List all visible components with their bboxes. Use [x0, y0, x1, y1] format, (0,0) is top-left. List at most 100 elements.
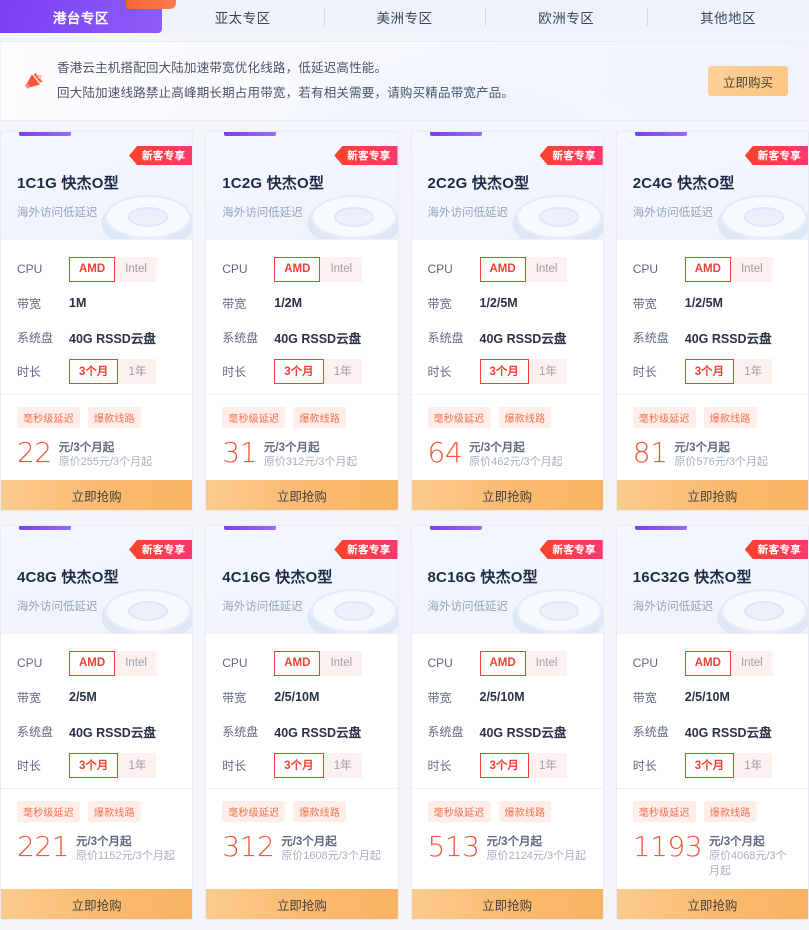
spec-value-disk: 40G RSSD云盘	[479, 331, 567, 346]
cpu-option-amd[interactable]: AMD	[479, 256, 526, 282]
notice-text: 香港云主机搭配回大陆加速带宽优化线路，低延迟高性能。 回大陆加速线路禁止高峰期长…	[57, 56, 708, 106]
buy-now-button[interactable]: 立即抢购	[206, 480, 398, 510]
duration-option-1[interactable]: 1年	[323, 752, 362, 778]
spec-label-cpu: CPU	[17, 656, 43, 670]
duration-choice-group[interactable]: 3个月 1年	[479, 358, 567, 384]
spec-row-bandwidth: 带宽 1/2/5M	[428, 286, 587, 320]
duration-choice-group[interactable]: 3个月 1年	[479, 752, 567, 778]
spec-label-disk: 系统盘	[632, 724, 669, 739]
cpu-choice-group[interactable]: AMD Intel	[479, 650, 568, 676]
price-unit: 元/3个月起	[674, 442, 730, 454]
card-accent-bar	[19, 526, 71, 530]
duration-option-1[interactable]: 1年	[734, 752, 773, 778]
region-tab-4[interactable]: 其他地区	[647, 0, 809, 33]
cpu-option-amd[interactable]: AMD	[274, 256, 321, 282]
spec-label-duration: 时长	[17, 758, 42, 773]
duration-choice-group[interactable]: 3个月 1年	[684, 752, 773, 778]
cpu-choice-group[interactable]: AMD Intel	[274, 256, 363, 282]
spec-label-bandwidth: 带宽	[632, 296, 657, 311]
cpu-option-intel[interactable]: Intel	[320, 256, 363, 282]
region-tab-label: 港台专区	[52, 10, 109, 26]
card-title: 1C1G 快杰O型	[17, 175, 119, 192]
spec-row-duration: 时长 3个月 1年	[428, 748, 587, 782]
duration-option-1[interactable]: 1年	[118, 752, 157, 778]
cpu-option-amd[interactable]: AMD	[479, 650, 526, 676]
spec-label-cpu: CPU	[222, 656, 248, 670]
product-card: 新客专享 1C2G 快杰O型 海外访问低延迟 CPU AMD Intel 带宽 1/2M 系统盘…	[205, 131, 399, 511]
cpu-option-amd[interactable]: AMD	[684, 650, 731, 676]
buy-now-button[interactable]: 立即抢购	[616, 480, 808, 510]
spec-value-disk: 40G RSSD云盘	[274, 725, 362, 740]
price-line: 221 元/3个月起 原价1152元/3个月起	[17, 833, 176, 864]
buy-now-button[interactable]: 立即抢购	[411, 480, 603, 510]
duration-choice-group[interactable]: 3个月 1年	[274, 358, 362, 384]
card-header: 新客专享 4C8G 快杰O型 海外访问低延迟	[1, 526, 193, 634]
duration-option-0[interactable]: 3个月	[479, 358, 529, 384]
duration-option-0[interactable]: 3个月	[274, 358, 324, 384]
feature-tag: 毫秒级延迟	[632, 407, 696, 428]
feature-tag-list: 毫秒级延迟 爆款线路	[17, 801, 176, 822]
duration-option-0[interactable]: 3个月	[69, 752, 119, 778]
cpu-option-intel[interactable]: Intel	[115, 256, 157, 282]
duration-option-0[interactable]: 3个月	[274, 752, 324, 778]
duration-option-0[interactable]: 3个月	[69, 358, 119, 384]
duration-option-0[interactable]: 3个月	[684, 752, 735, 778]
card-price-section: 毫秒级延迟 爆款线路 312 元/3个月起 原价1608元/3个月起	[206, 789, 397, 889]
cpu-option-intel[interactable]: Intel	[525, 650, 568, 676]
card-accent-bar	[429, 132, 482, 136]
price-unit: 元/3个月起	[281, 836, 337, 848]
card-specs: CPU AMD Intel 带宽 2/5/10M 系统盘 40G RSSD云盘 时长 3个月 1年	[616, 634, 808, 789]
original-price: 原价312元/3个月起	[263, 456, 358, 468]
duration-option-0[interactable]: 3个月	[684, 358, 735, 384]
region-tab-3[interactable]: 欧洲专区	[485, 0, 647, 33]
region-tab-2[interactable]: 美洲专区	[323, 0, 486, 33]
duration-option-1[interactable]: 1年	[528, 752, 567, 778]
new-customer-badge: 新客专享	[129, 540, 193, 559]
cpu-option-intel[interactable]: Intel	[115, 650, 157, 676]
duration-option-1[interactable]: 1年	[734, 358, 773, 384]
cpu-option-amd[interactable]: AMD	[274, 650, 321, 676]
cpu-option-intel[interactable]: Intel	[320, 650, 363, 676]
duration-choice-group[interactable]: 3个月 1年	[69, 752, 157, 778]
spec-row-duration: 时长 3个月 1年	[633, 354, 792, 388]
cpu-choice-group[interactable]: AMD Intel	[479, 256, 568, 282]
cpu-option-intel[interactable]: Intel	[730, 256, 773, 282]
cpu-choice-group[interactable]: AMD Intel	[69, 256, 157, 282]
buy-now-button[interactable]: 立即抢购	[206, 889, 398, 919]
duration-choice-group[interactable]: 3个月 1年	[69, 358, 157, 384]
cpu-choice-group[interactable]: AMD Intel	[69, 650, 157, 676]
cpu-choice-group[interactable]: AMD Intel	[684, 650, 773, 676]
cpu-option-intel[interactable]: Intel	[525, 256, 568, 282]
region-tab-1[interactable]: 亚太专区	[162, 0, 324, 33]
card-specs: CPU AMD Intel 带宽 1/2/5M 系统盘 40G RSSD云盘 时长 3个月 1年	[411, 240, 603, 395]
cpu-option-amd[interactable]: AMD	[69, 650, 116, 676]
duration-option-1[interactable]: 1年	[118, 358, 157, 384]
cpu-option-amd[interactable]: AMD	[69, 256, 116, 282]
spec-row-bandwidth: 带宽 1/2M	[222, 286, 381, 320]
notice-buy-button[interactable]: 立即购买	[708, 66, 788, 96]
new-customer-badge: 新客专享	[334, 146, 398, 165]
duration-option-1[interactable]: 1年	[323, 358, 362, 384]
card-accent-bar	[634, 526, 687, 530]
region-tab-0[interactable]: 港台专区	[0, 0, 176, 33]
price-details: 元/3个月起 原价4068元/3个月起	[709, 834, 792, 879]
buy-now-button[interactable]: 立即抢购	[411, 889, 603, 919]
cpu-option-amd[interactable]: AMD	[684, 256, 731, 282]
buy-now-button[interactable]: 立即抢购	[1, 480, 193, 510]
price-details: 元/3个月起 原价255元/3个月起	[59, 440, 153, 470]
price-details: 元/3个月起 原价2124元/3个月起	[486, 834, 586, 864]
price-unit: 元/3个月起	[263, 442, 320, 454]
buy-now-button[interactable]: 立即抢购	[616, 889, 808, 919]
buy-now-button[interactable]: 立即抢购	[1, 889, 193, 919]
cpu-choice-group[interactable]: AMD Intel	[274, 650, 363, 676]
duration-option-0[interactable]: 3个月	[479, 752, 529, 778]
duration-choice-group[interactable]: 3个月 1年	[684, 358, 773, 384]
card-price-section: 毫秒级延迟 爆款线路 22 元/3个月起 原价255元/3个月起	[1, 395, 192, 480]
region-tab-label: 美洲专区	[376, 10, 433, 26]
duration-choice-group[interactable]: 3个月 1年	[274, 752, 362, 778]
cpu-choice-group[interactable]: AMD Intel	[684, 256, 773, 282]
cpu-option-intel[interactable]: Intel	[730, 650, 773, 676]
feature-tag: 毫秒级延迟	[17, 801, 80, 822]
duration-option-1[interactable]: 1年	[528, 358, 567, 384]
spec-label-duration: 时长	[427, 758, 452, 773]
